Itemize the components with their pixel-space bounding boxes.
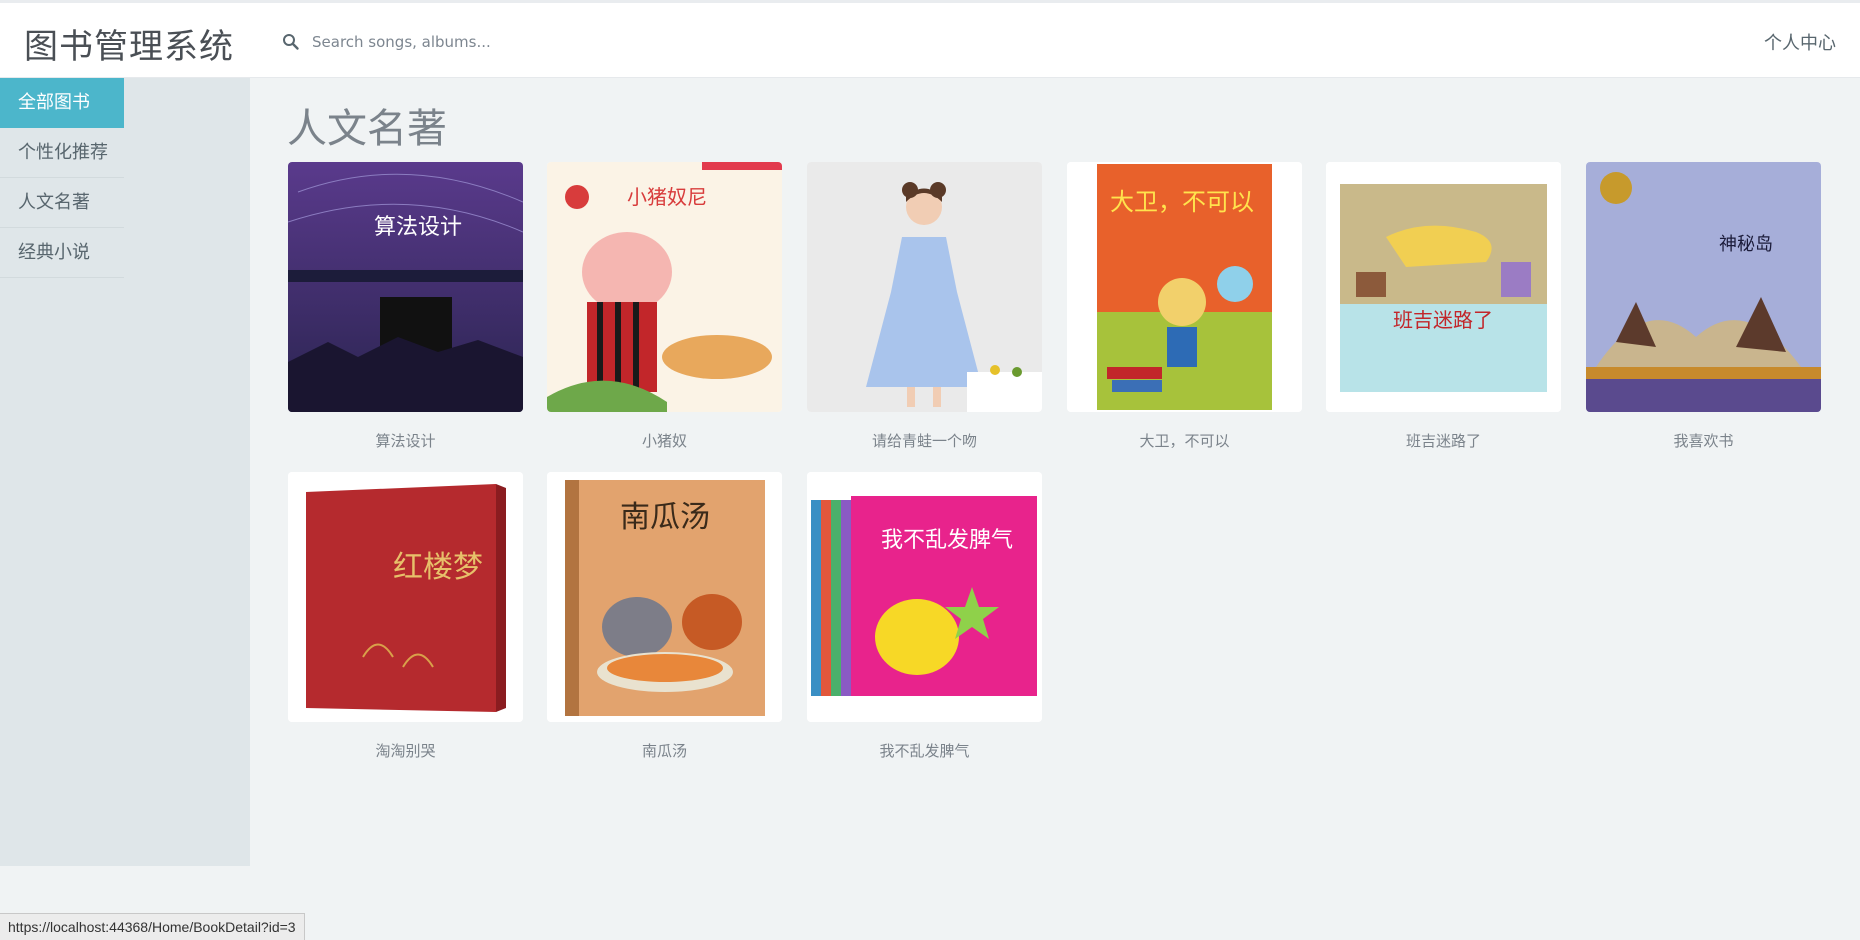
sidebar-item-recommend[interactable]: 个性化推荐 [0, 128, 124, 178]
book-cover-art: 班吉迷路了 [1326, 162, 1561, 412]
book-title[interactable]: 请给青蛙一个吻 [807, 430, 1042, 451]
sidebar-item-humanities[interactable]: 人文名著 [0, 178, 124, 228]
book-cover[interactable]: 神秘岛 [1586, 162, 1821, 412]
svg-text:班吉迷路了: 班吉迷路了 [1393, 308, 1493, 332]
book-card[interactable]: 大卫，不可以 大卫，不可以 [1067, 162, 1302, 451]
book-cover[interactable]: 我不乱发脾气 [807, 472, 1042, 722]
book-card[interactable]: 算法设计 算法设计 [288, 162, 523, 451]
book-cover[interactable]: 小猪奴尼 [547, 162, 782, 412]
book-card[interactable]: 小猪奴尼 小猪奴 [547, 162, 782, 451]
book-cover-art: 小猪奴尼 [547, 162, 782, 412]
status-bar-url: https://localhost:44368/Home/BookDetail?… [0, 913, 305, 940]
sidebar-item-novels[interactable]: 经典小说 [0, 228, 124, 278]
user-center-link[interactable]: 个人中心 [1764, 29, 1836, 55]
book-card[interactable]: 红楼梦 淘淘别哭 [288, 472, 523, 761]
svg-text:算法设计: 算法设计 [374, 215, 462, 240]
book-cover-art: 我不乱发脾气 [807, 472, 1042, 722]
book-title[interactable]: 小猪奴 [547, 430, 782, 451]
book-title[interactable]: 班吉迷路了 [1326, 430, 1561, 451]
book-cover[interactable] [807, 162, 1042, 412]
svg-text:神秘岛: 神秘岛 [1719, 234, 1773, 255]
book-cover[interactable]: 班吉迷路了 [1326, 162, 1561, 412]
svg-text:南瓜汤: 南瓜汤 [620, 500, 710, 535]
book-cover[interactable]: 红楼梦 [288, 472, 523, 722]
book-card[interactable]: 请给青蛙一个吻 [807, 162, 1042, 451]
svg-text:小猪奴尼: 小猪奴尼 [627, 185, 707, 209]
book-title[interactable]: 大卫，不可以 [1067, 430, 1302, 451]
book-title[interactable]: 我不乱发脾气 [807, 740, 1042, 761]
page-title: 人文名著 [287, 106, 447, 152]
book-cover-art [807, 162, 1042, 412]
book-cover-art: 南瓜汤 [547, 472, 782, 722]
svg-text:大卫，不可以: 大卫，不可以 [1110, 188, 1254, 216]
book-cover[interactable]: 算法设计 [288, 162, 523, 412]
book-title[interactable]: 我喜欢书 [1586, 430, 1821, 451]
book-cover[interactable]: 南瓜汤 [547, 472, 782, 722]
book-title[interactable]: 南瓜汤 [547, 740, 782, 761]
book-title[interactable]: 算法设计 [288, 430, 523, 451]
top-header: 图书管理系统 个人中心 [0, 0, 1860, 78]
book-card[interactable]: 神秘岛 我喜欢书 [1586, 162, 1821, 451]
book-title[interactable]: 淘淘别哭 [288, 740, 523, 761]
app-brand[interactable]: 图书管理系统 [24, 19, 234, 68]
search-input[interactable] [312, 27, 912, 57]
sidebar: 全部图书 个性化推荐 人文名著 经典小说 [0, 78, 250, 866]
search-icon [283, 34, 299, 50]
svg-text:红楼梦: 红楼梦 [393, 550, 483, 585]
book-cover-art: 算法设计 [288, 162, 523, 412]
book-cover-art: 红楼梦 [288, 472, 523, 722]
sidebar-item-all-books[interactable]: 全部图书 [0, 78, 124, 128]
svg-text:我不乱发脾气: 我不乱发脾气 [881, 528, 1013, 553]
book-card[interactable]: 南瓜汤 南瓜汤 [547, 472, 782, 761]
book-cover[interactable]: 大卫，不可以 [1067, 162, 1302, 412]
book-cover-art: 大卫，不可以 [1067, 162, 1302, 412]
book-card[interactable]: 班吉迷路了 班吉迷路了 [1326, 162, 1561, 451]
book-card[interactable]: 我不乱发脾气 我不乱发脾气 [807, 472, 1042, 761]
book-cover-art: 神秘岛 [1586, 162, 1821, 412]
